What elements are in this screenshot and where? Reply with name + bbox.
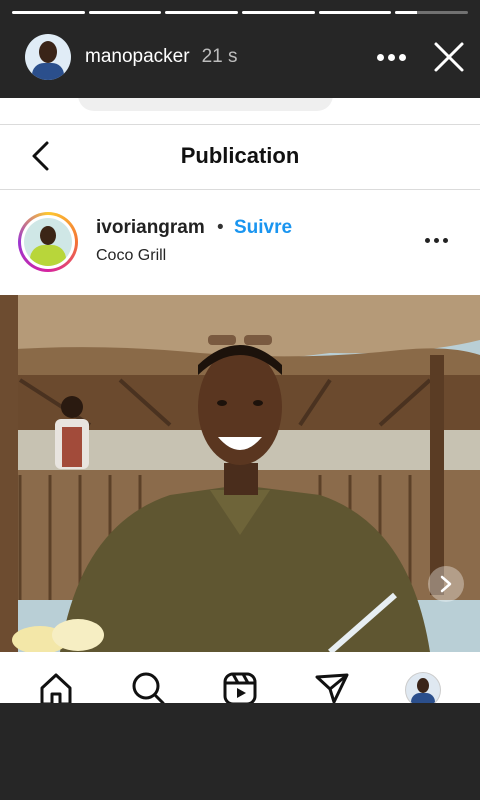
profile-avatar[interactable] [405,672,441,703]
bottom-tab-bar [0,654,480,703]
story-header: manopacker 21 s [0,30,480,84]
author-avatar [24,218,72,266]
close-icon[interactable] [432,40,466,74]
search-icon[interactable] [130,670,166,703]
post-photo[interactable] [0,295,480,652]
story-timestamp: 21 s [201,46,238,67]
story-username[interactable]: manopacker [85,46,190,68]
page-title: Publication [180,143,300,168]
story-progress-segment [165,11,239,14]
post-header: ivoriangram • Suivre Coco Grill [0,190,480,294]
story-progress-segment [12,11,85,14]
post-nav-bar: Publication [0,125,480,187]
story-progress-segment [242,11,315,14]
story-progress-segment [88,11,162,14]
author-avatar-ring[interactable] [18,212,78,272]
story-progress-segment [395,11,469,14]
search-pill [78,98,333,111]
story-progress-segment [318,11,392,14]
shared-post-screenshot[interactable]: Publication ivoriangram • Suivre Coco Gr… [0,98,480,703]
photo-illustration [0,295,480,652]
post-location[interactable]: Coco Grill [96,247,166,265]
home-icon[interactable] [38,670,74,703]
follow-button[interactable]: Suivre [234,217,292,239]
story-progress [12,11,469,14]
carousel-next-icon[interactable] [428,566,464,602]
post-options-icon[interactable] [423,238,450,243]
more-options-icon[interactable] [375,30,408,84]
story-author-avatar[interactable] [25,34,71,80]
direct-icon[interactable] [314,670,350,703]
author-username[interactable]: ivoriangram [96,217,205,239]
reels-icon[interactable] [222,670,258,703]
separator-dot: • [217,217,224,238]
